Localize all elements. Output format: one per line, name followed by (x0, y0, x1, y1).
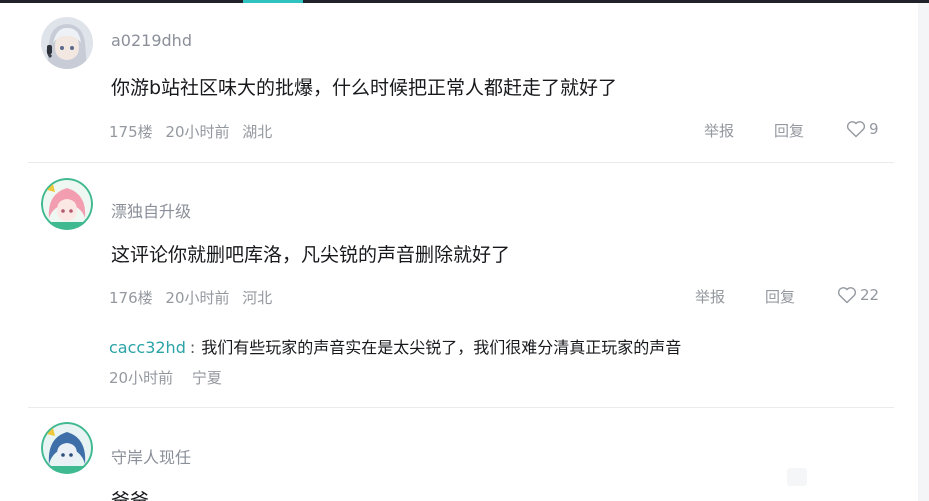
ip-location: 湖北 (242, 123, 273, 141)
avatar[interactable] (41, 422, 93, 474)
floor-number: 175楼 (109, 123, 153, 141)
post-time: 20小时前 (165, 123, 230, 141)
comment-meta: 176楼 20小时前 河北 (109, 287, 280, 308)
comment-item: 漂独自升级 这评论你就删吧库洛，凡尖锐的声音删除就好了 176楼 20小时前 河… (28, 163, 894, 407)
avatar[interactable] (41, 178, 93, 230)
avatar[interactable] (41, 17, 93, 69)
sub-reply: cacc32hd: 我们有些玩家的声音实在是太尖锐了，我们很难分清真正玩家的声音 (109, 334, 681, 358)
floor-number: 176楼 (109, 289, 153, 307)
report-button[interactable]: 举报 (704, 120, 734, 141)
like-button[interactable]: 9 (846, 120, 879, 138)
comment-text: 这评论你就删吧库洛，凡尖锐的声音删除就好了 (111, 244, 511, 266)
reply-time: 20小时前 (109, 369, 174, 387)
reply-username[interactable]: cacc32hd (109, 338, 186, 357)
post-time: 20小时前 (165, 289, 230, 307)
report-button[interactable]: 举报 (695, 286, 725, 307)
reply-button[interactable]: 回复 (765, 286, 795, 307)
username[interactable]: a0219dhd (111, 31, 192, 50)
comment-panel: a0219dhd 你游b站社区味大的批爆，什么时候把正常人都赶走了就好了 175… (0, 3, 918, 501)
heart-outline-icon (846, 120, 866, 138)
comment-item: a0219dhd 你游b站社区味大的批爆，什么时候把正常人都赶走了就好了 175… (28, 3, 894, 163)
comment-item: 守岸人现任 爸爸 (28, 408, 894, 501)
comment-text: 你游b站社区味大的批爆，什么时候把正常人都赶走了就好了 (111, 77, 618, 99)
reply-text: 我们有些玩家的声音实在是太尖锐了，我们很难分清真正玩家的声音 (201, 338, 682, 357)
like-button[interactable]: 22 (837, 286, 879, 304)
heart-outline-icon (837, 286, 857, 304)
more-options-button[interactable] (787, 468, 807, 486)
like-count: 22 (860, 286, 880, 304)
comment-text: 爸爸 (111, 490, 150, 501)
reply-location: 宁夏 (191, 369, 222, 387)
username[interactable]: 守岸人现任 (111, 444, 191, 468)
ip-location: 河北 (242, 289, 273, 307)
reply-button[interactable]: 回复 (774, 120, 804, 141)
like-count: 9 (869, 120, 879, 138)
reply-meta: 20小时前 宁夏 (109, 367, 236, 388)
reply-separator: : (189, 338, 196, 357)
username[interactable]: 漂独自升级 (111, 198, 191, 222)
comment-meta: 175楼 20小时前 湖北 (109, 121, 280, 142)
